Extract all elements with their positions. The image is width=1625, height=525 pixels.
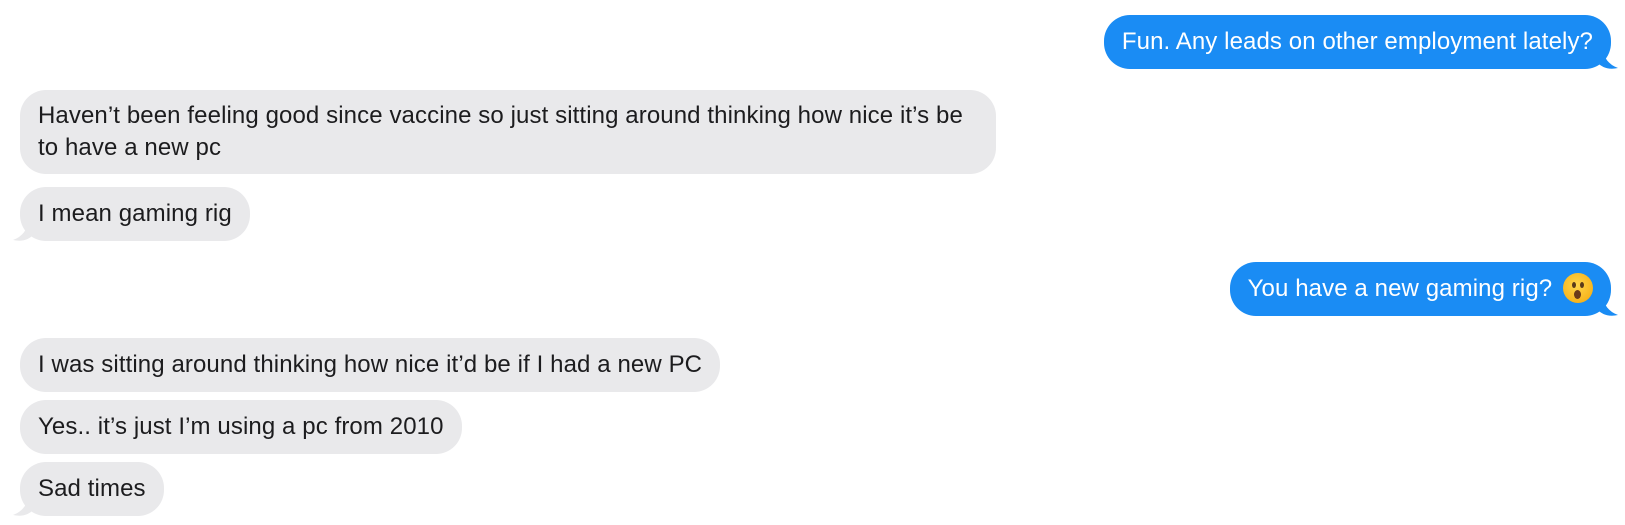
message-text: Fun. Any leads on other employment latel… — [1121, 28, 1593, 55]
bubble-tail-icon — [13, 494, 35, 516]
incoming-message-bubble[interactable]: Sad times — [13, 462, 164, 516]
incoming-message-bubble[interactable]: I mean gaming rig — [13, 187, 250, 241]
message-text: Sad times — [38, 475, 146, 502]
message-text: Haven’t been feeling good since vaccine … — [38, 102, 963, 161]
bubble-tail-icon — [1596, 294, 1618, 316]
message-text: I mean gaming rig — [38, 200, 232, 227]
incoming-message-bubble[interactable]: Yes.. it’s just I’m using a pc from 2010 — [20, 400, 462, 454]
message-text: You have a new gaming rig? — [1247, 275, 1553, 302]
outgoing-message-bubble[interactable]: You have a new gaming rig? — [1229, 262, 1618, 316]
incoming-message-bubble[interactable]: I was sitting around thinking how nice i… — [20, 338, 721, 392]
message-text: Yes.. it’s just I’m using a pc from 2010 — [38, 413, 444, 440]
outgoing-message-bubble[interactable]: Fun. Any leads on other employment latel… — [1103, 15, 1618, 69]
incoming-message-bubble[interactable]: Haven’t been feeling good since vaccine … — [20, 90, 996, 174]
hushed-face-emoji-icon — [1563, 272, 1593, 303]
bubble-tail-icon — [13, 219, 35, 241]
message-text: I was sitting around thinking how nice i… — [38, 351, 703, 378]
bubble-tail-icon — [1596, 47, 1618, 69]
